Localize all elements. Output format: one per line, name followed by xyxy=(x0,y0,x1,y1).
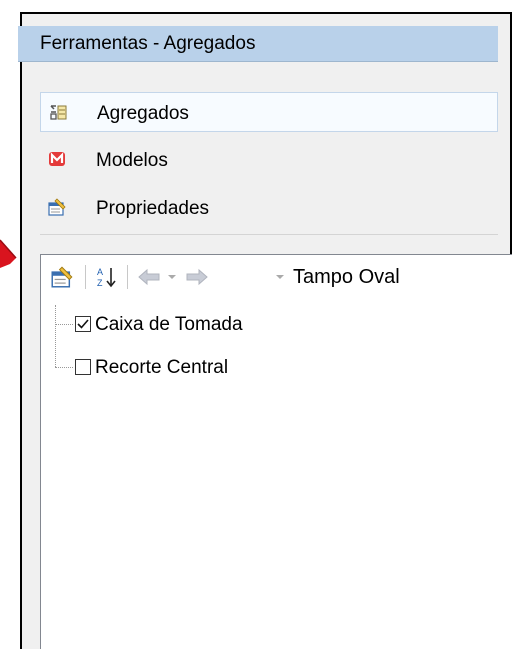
svg-text:Z: Z xyxy=(97,278,103,288)
aggregates-panel: A Z Tampo Oval Caixa de Tomada Recorte C… xyxy=(40,254,512,649)
window-title: Ferramentas - Agregados xyxy=(40,33,256,54)
properties-icon[interactable] xyxy=(51,266,73,288)
accordion-item-agregados[interactable]: Agregados xyxy=(40,92,498,132)
chevron-down-icon[interactable] xyxy=(167,273,177,281)
models-icon xyxy=(49,152,65,166)
properties-icon xyxy=(48,198,66,216)
accordion-item-propriedades[interactable]: Propriedades xyxy=(40,188,498,228)
tree-item-caixa-de-tomada[interactable]: Caixa de Tomada xyxy=(41,311,341,341)
check-icon xyxy=(77,319,89,329)
divider xyxy=(40,234,498,235)
tree-item-label: Recorte Central xyxy=(95,357,229,378)
back-arrow-icon[interactable] xyxy=(137,268,163,286)
svg-text:A: A xyxy=(97,267,103,277)
accordion-label: Propriedades xyxy=(96,198,210,219)
arrow-pointer-icon xyxy=(0,239,17,268)
tree-item-label: Caixa de Tomada xyxy=(95,314,243,335)
checkbox-checked[interactable] xyxy=(75,316,91,332)
toolbar-separator xyxy=(127,265,128,289)
accordion-item-modelos[interactable]: Modelos xyxy=(40,140,498,180)
toolbar-separator xyxy=(85,265,86,289)
forward-arrow-icon[interactable] xyxy=(183,268,209,286)
panel-toolbar: A Z Tampo Oval xyxy=(41,255,513,299)
toolbar-title: Tampo Oval xyxy=(293,266,400,288)
accordion-label: Modelos xyxy=(96,150,168,171)
sort-az-icon[interactable]: A Z xyxy=(95,265,119,289)
tree-item-recorte-central[interactable]: Recorte Central xyxy=(41,354,341,384)
chevron-down-icon[interactable] xyxy=(275,273,285,281)
accordion-label: Agregados xyxy=(97,103,189,124)
aggregates-icon xyxy=(50,105,67,120)
window-titlebar[interactable]: Ferramentas - Agregados xyxy=(18,26,498,62)
checkbox-unchecked[interactable] xyxy=(75,359,91,375)
